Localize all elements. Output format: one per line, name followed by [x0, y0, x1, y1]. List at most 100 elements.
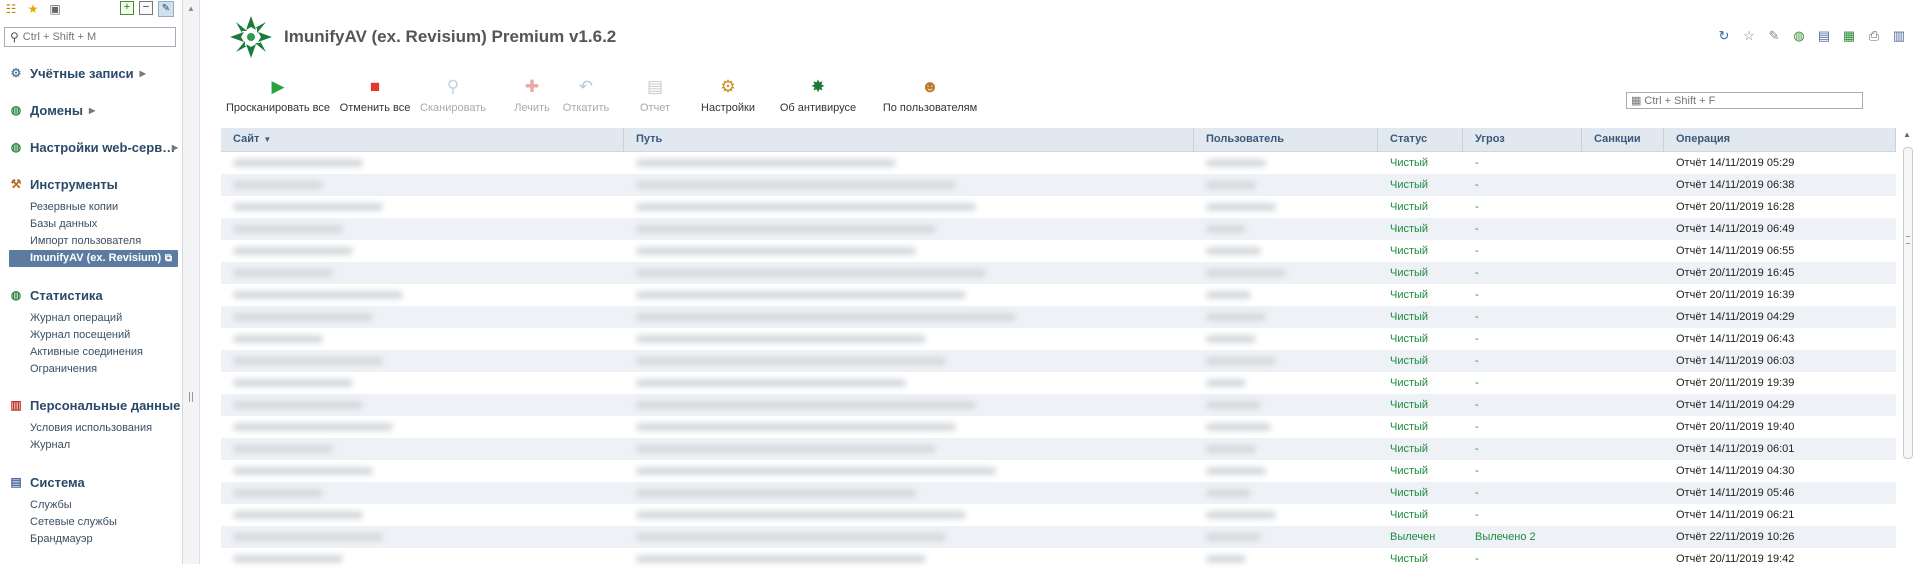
briefcase-icon[interactable]: ▣	[48, 2, 62, 16]
excel-export-icon[interactable]: ▦	[1841, 28, 1857, 44]
sidebar-section-header[interactable]: ◍ Настройки web-серв… ▶	[0, 138, 182, 156]
sidebar-item[interactable]: Брандмауэр	[0, 531, 182, 548]
operation-cell[interactable]: Отчёт 20/11/2019 19:39	[1664, 372, 1896, 394]
table-row[interactable]: Чистый - Отчёт 20/11/2019 19:40	[221, 416, 1896, 438]
sidebar-item[interactable]: Службы	[0, 497, 182, 514]
toolbar-button[interactable]: ▶ Просканировать все	[226, 77, 330, 114]
operation-cell[interactable]: Отчёт 14/11/2019 06:55	[1664, 240, 1896, 262]
sidebar-item[interactable]: Резервные копии	[0, 199, 182, 216]
collapse-all-icon[interactable]: −	[139, 1, 153, 15]
document-icon[interactable]: ▤	[1816, 28, 1832, 44]
tree-view-icon[interactable]: ☷	[4, 2, 18, 16]
column-header[interactable]: Пользователь	[1194, 128, 1378, 151]
table-row[interactable]: Чистый - Отчёт 20/11/2019 19:42	[221, 548, 1896, 570]
table-row[interactable]: Чистый - Отчёт 14/11/2019 06:21	[221, 504, 1896, 526]
table-row[interactable]: Чистый - Отчёт 14/11/2019 06:55	[221, 240, 1896, 262]
favorite-star-icon[interactable]: ☆	[1741, 28, 1757, 44]
sidebar-section-header[interactable]: ▤ Система	[0, 473, 182, 491]
table-search-input[interactable]	[1644, 94, 1845, 107]
column-header[interactable]: Санкции	[1582, 128, 1664, 151]
pin-icon[interactable]: ✎	[1766, 28, 1782, 44]
expand-arrow-icon[interactable]: ▶	[172, 143, 178, 152]
operation-cell[interactable]: Отчёт 20/11/2019 19:40	[1664, 416, 1896, 438]
operation-cell[interactable]: Отчёт 20/11/2019 16:39	[1664, 284, 1896, 306]
splitter-grip[interactable]	[189, 392, 193, 402]
column-header[interactable]: Угроз	[1463, 128, 1582, 151]
column-header[interactable]: Операция	[1664, 128, 1896, 151]
column-header[interactable]: Сайт ▼	[221, 128, 624, 151]
sidebar-item[interactable]: Журнал	[0, 437, 182, 454]
operation-cell[interactable]: Отчёт 14/11/2019 04:29	[1664, 306, 1896, 328]
column-header[interactable]: Путь	[624, 128, 1194, 151]
sidebar-section-header[interactable]: ▥ Персональные данные	[0, 396, 182, 414]
table-row[interactable]: Чистый - Отчёт 14/11/2019 06:01	[221, 438, 1896, 460]
sidebar-section-header[interactable]: ⚒ Инструменты	[0, 175, 182, 193]
table-row[interactable]: Чистый - Отчёт 14/11/2019 05:29	[221, 152, 1896, 174]
table-row[interactable]: Чистый - Отчёт 14/11/2019 06:43	[221, 328, 1896, 350]
table-row[interactable]: Чистый - Отчёт 14/11/2019 06:49	[221, 218, 1896, 240]
table-row[interactable]: Чистый - Отчёт 20/11/2019 16:45	[221, 262, 1896, 284]
table-row[interactable]: Чистый - Отчёт 14/11/2019 06:03	[221, 350, 1896, 372]
operation-cell[interactable]: Отчёт 20/11/2019 16:28	[1664, 196, 1896, 218]
sidebar-section-header[interactable]: ⚙ Учётные записи ▶	[0, 64, 182, 82]
table-row[interactable]: Чистый - Отчёт 14/11/2019 04:29	[221, 394, 1896, 416]
operation-cell[interactable]: Отчёт 14/11/2019 06:49	[1664, 218, 1896, 240]
sidebar-item[interactable]: Сетевые службы	[0, 514, 182, 531]
table-settings-icon[interactable]: ▥	[1891, 28, 1907, 44]
table-row[interactable]: Вылечен Вылечено 2 Отчёт 22/11/2019 10:26	[221, 526, 1896, 548]
sidebar-item[interactable]: Импорт пользователя	[0, 233, 182, 250]
expand-arrow-icon[interactable]: ▶	[89, 106, 95, 115]
sidebar-item[interactable]: Ограничения	[0, 361, 182, 378]
sidebar-item[interactable]: Активные соединения	[0, 344, 182, 361]
operation-cell[interactable]: Отчёт 14/11/2019 06:21	[1664, 504, 1896, 526]
operation-cell[interactable]: Отчёт 22/11/2019 10:26	[1664, 526, 1896, 548]
external-link-icon[interactable]: ⧉	[165, 250, 172, 267]
toolbar-button[interactable]: ⚙ Настройки	[701, 77, 755, 114]
table-row[interactable]: Чистый - Отчёт 14/11/2019 05:46	[221, 482, 1896, 504]
sidebar-item[interactable]: ImunifyAV (ex. Revisium) ⧉	[9, 250, 178, 267]
operation-cell[interactable]: Отчёт 14/11/2019 06:01	[1664, 438, 1896, 460]
sidebar-search[interactable]: ⚲	[4, 27, 176, 47]
sidebar-item[interactable]: Базы данных	[0, 216, 182, 233]
toolbar-button[interactable]: ✸ Об антивирусе	[780, 77, 856, 114]
print-icon[interactable]: ⎙	[1866, 28, 1882, 44]
operation-cell[interactable]: Отчёт 14/11/2019 06:38	[1664, 174, 1896, 196]
toolbar-button[interactable]: ■ Отменить все	[340, 77, 411, 114]
pin-icon[interactable]: ✎	[158, 1, 174, 17]
operation-cell[interactable]: Отчёт 20/11/2019 19:42	[1664, 548, 1896, 570]
operation-cell[interactable]: Отчёт 14/11/2019 04:30	[1664, 460, 1896, 482]
sidebar-search-input[interactable]	[22, 31, 163, 43]
toolbar-button[interactable]: ▤ Отчет	[640, 77, 670, 114]
operation-cell[interactable]: Отчёт 14/11/2019 04:29	[1664, 394, 1896, 416]
sidebar-item[interactable]: Условия использования	[0, 420, 182, 437]
table-row[interactable]: Чистый - Отчёт 14/11/2019 04:30	[221, 460, 1896, 482]
expand-arrow-icon[interactable]: ▶	[140, 69, 146, 78]
operation-cell[interactable]: Отчёт 14/11/2019 05:46	[1664, 482, 1896, 504]
toolbar-button[interactable]: ✚ Лечить	[514, 77, 550, 114]
column-header[interactable]: Статус	[1378, 128, 1463, 151]
operation-cell[interactable]: Отчёт 20/11/2019 16:45	[1664, 262, 1896, 284]
table-row[interactable]: Чистый - Отчёт 20/11/2019 16:39	[221, 284, 1896, 306]
toolbar-button[interactable]: ⚲ Сканировать	[420, 77, 486, 114]
table-row[interactable]: Чистый - Отчёт 14/11/2019 06:38	[221, 174, 1896, 196]
sidebar-item[interactable]: Журнал операций	[0, 310, 182, 327]
toolbar-button[interactable]: ↶ Откатить	[563, 77, 609, 114]
scrollbar-thumb[interactable]	[1903, 147, 1913, 459]
operation-cell[interactable]: Отчёт 14/11/2019 06:03	[1664, 350, 1896, 372]
table-search[interactable]: ▦	[1626, 92, 1863, 109]
sidebar-section-header[interactable]: ◍ Домены ▶	[0, 101, 182, 119]
operation-cell[interactable]: Отчёт 14/11/2019 06:43	[1664, 328, 1896, 350]
table-row[interactable]: Чистый - Отчёт 20/11/2019 19:39	[221, 372, 1896, 394]
sidebar-item[interactable]: Журнал посещений	[0, 327, 182, 344]
vertical-scrollbar[interactable]: ▲	[1901, 128, 1913, 564]
refresh-icon[interactable]: ↻	[1716, 28, 1732, 44]
collapse-arrow-icon[interactable]: ▲	[187, 4, 195, 13]
web-icon[interactable]: ◍	[1791, 28, 1807, 44]
toolbar-button[interactable]: ☻ По пользователям	[883, 77, 977, 114]
operation-cell[interactable]: Отчёт 14/11/2019 05:29	[1664, 152, 1896, 174]
expand-all-icon[interactable]: +	[120, 1, 134, 15]
scroll-up-icon[interactable]: ▲	[1903, 130, 1911, 139]
table-row[interactable]: Чистый - Отчёт 14/11/2019 04:29	[221, 306, 1896, 328]
sidebar-splitter[interactable]: ▲	[183, 0, 200, 564]
table-row[interactable]: Чистый - Отчёт 20/11/2019 16:28	[221, 196, 1896, 218]
